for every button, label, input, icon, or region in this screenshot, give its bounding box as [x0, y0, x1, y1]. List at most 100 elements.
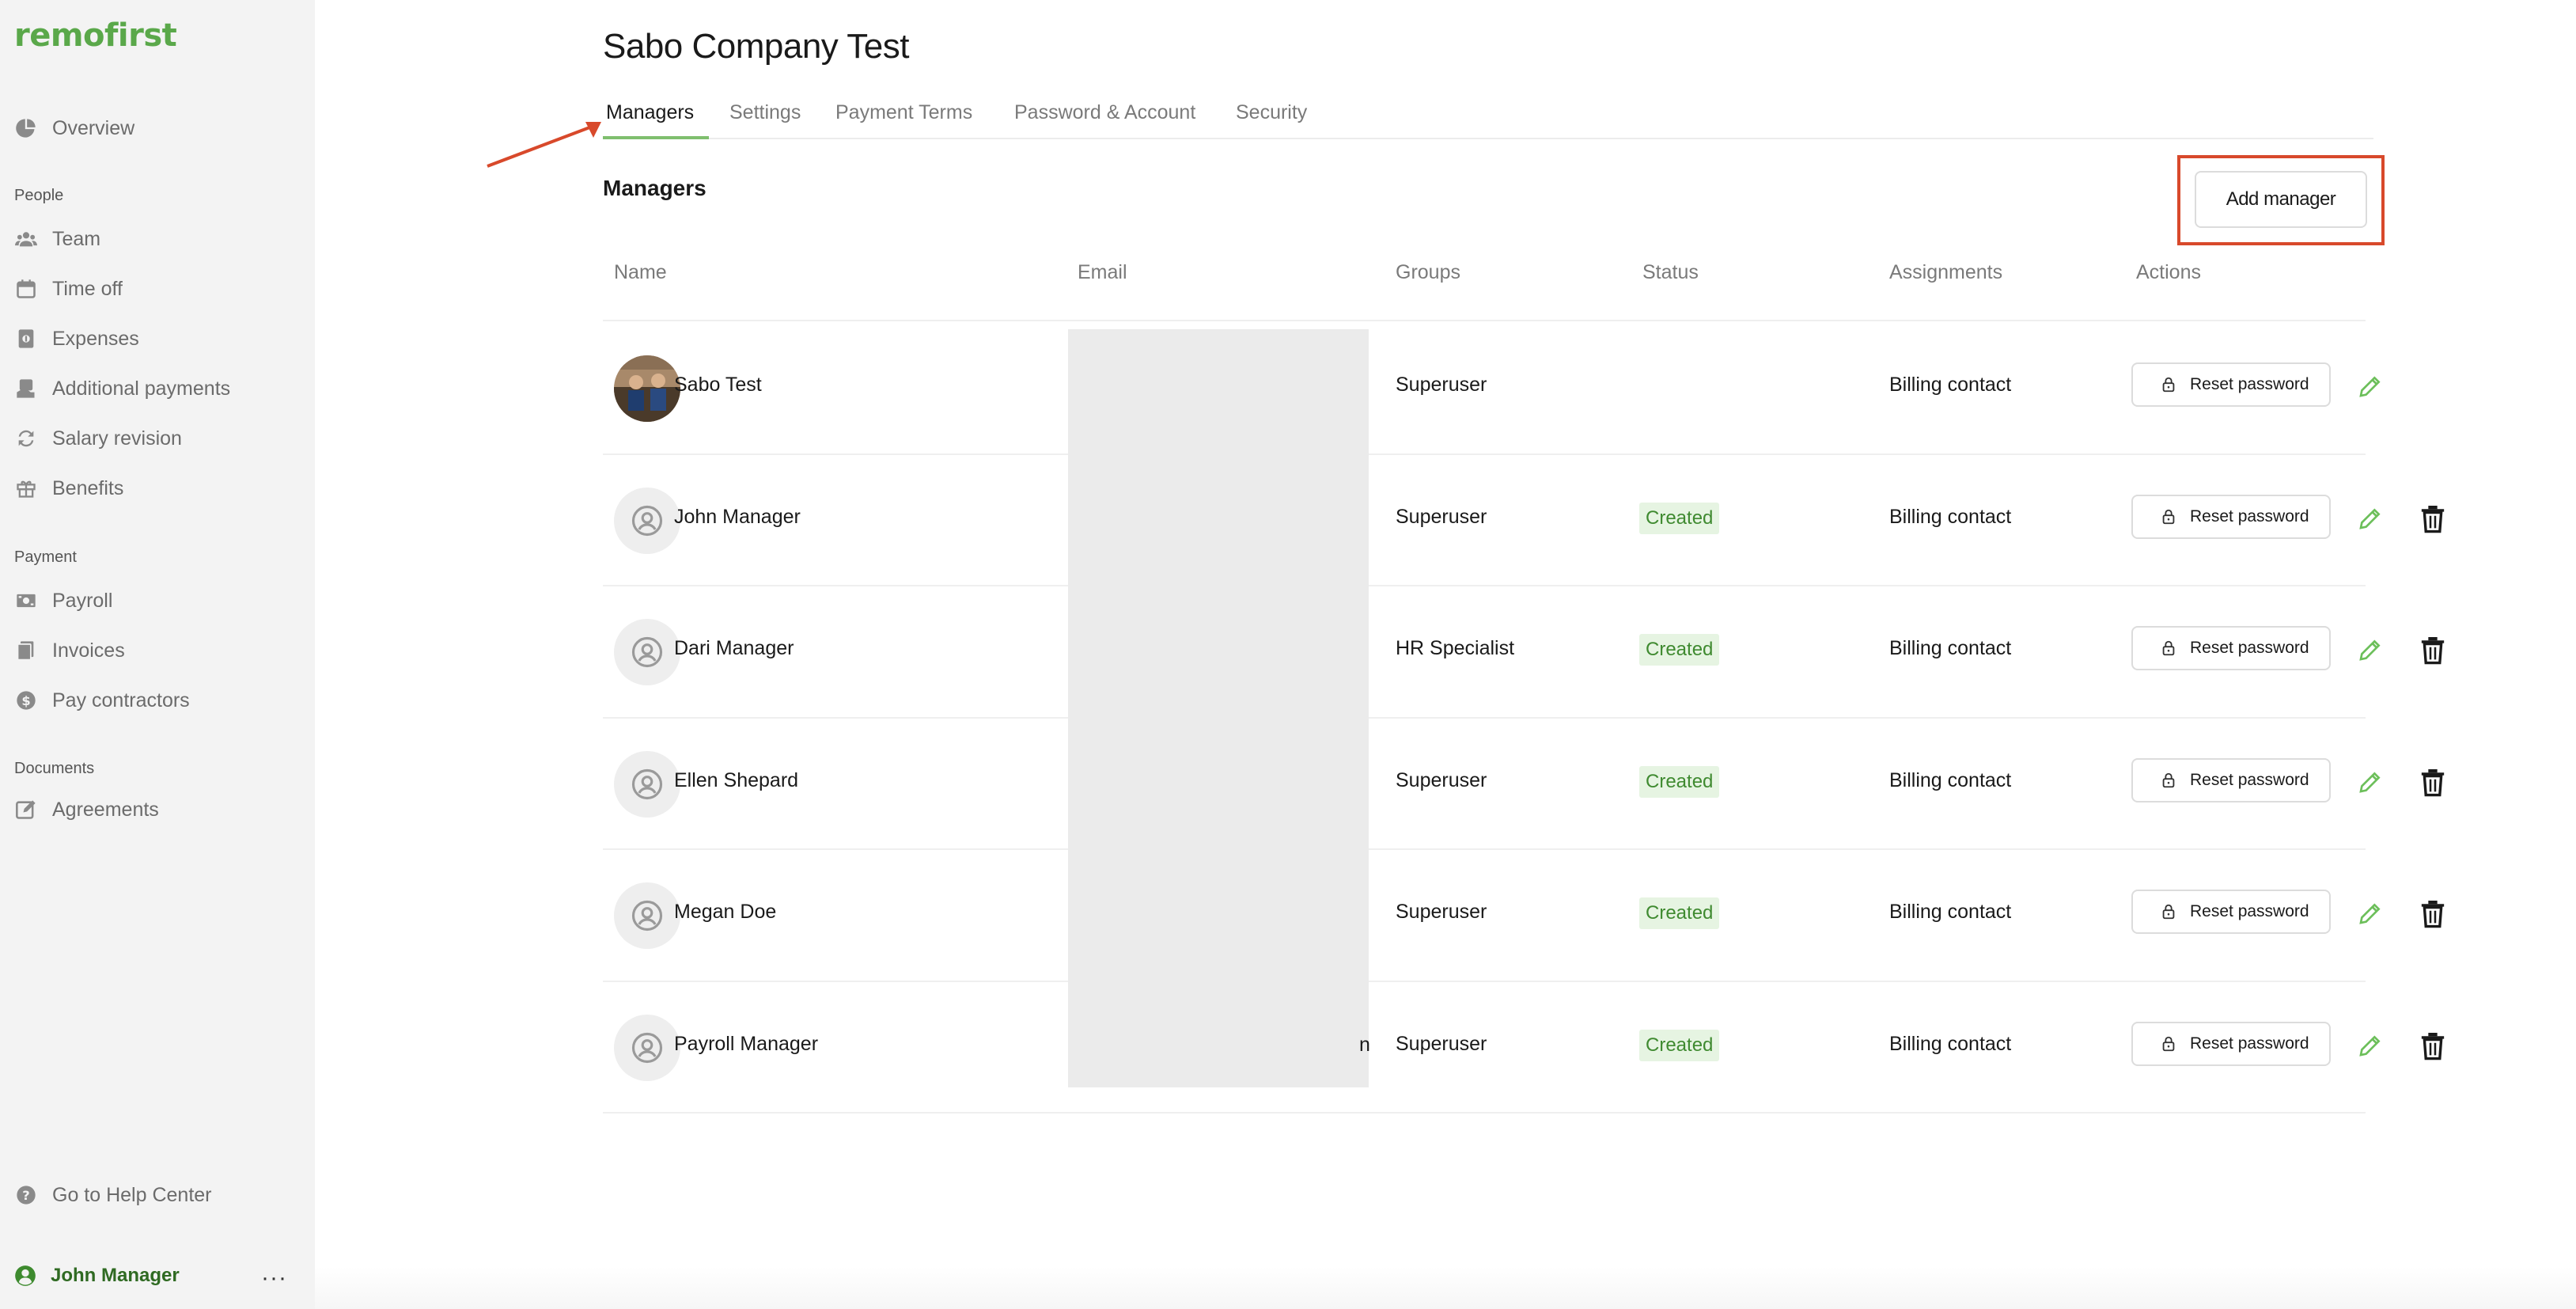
edit-pencil-icon[interactable] — [2358, 901, 2383, 926]
manager-assignment: Billing contact — [1889, 901, 2012, 923]
sidebar-item-time-off[interactable]: Time off — [14, 273, 123, 305]
sidebar-item-label: Payroll — [52, 589, 113, 612]
avatar — [614, 882, 680, 949]
manager-name: Dari Manager — [674, 637, 794, 659]
bottom-fade — [315, 1266, 2576, 1309]
delete-trash-icon[interactable] — [2419, 636, 2446, 666]
sidebar-item-label: Pay contractors — [52, 689, 190, 711]
column-header-name: Name — [614, 261, 667, 283]
table-row: Megan Doe Superuser Created Billing contact… — [603, 848, 2445, 980]
tabs-bar: Managers Settings Payment Terms Password… — [603, 98, 2373, 139]
brand-logo[interactable]: remofirst — [14, 17, 177, 54]
sidebar-item-label: Benefits — [52, 476, 124, 499]
sidebar-item-additional-payments[interactable]: Additional payments — [14, 373, 230, 404]
status-badge: Created — [1639, 634, 1720, 666]
add-manager-button[interactable]: Add manager — [2195, 171, 2367, 228]
tab-password-account[interactable]: Password & Account — [1014, 101, 1195, 124]
sidebar-item-invoices[interactable]: Invoices — [14, 635, 125, 666]
page-title: Sabo Company Test — [603, 27, 909, 66]
reset-password-label: Reset password — [2190, 507, 2309, 525]
email-redaction — [1068, 329, 1369, 1087]
reset-password-button[interactable]: Reset password — [2131, 1021, 2331, 1066]
table-row: Payroll Manager Superuser Created Billing c… — [603, 981, 2445, 1112]
sidebar-item-expenses[interactable]: Expenses — [14, 323, 139, 355]
reset-password-button[interactable]: Reset password — [2131, 494, 2331, 539]
user-menu-more-icon[interactable]: ··· — [261, 1265, 287, 1292]
manager-group: Superuser — [1396, 1032, 1487, 1055]
manager-group: Superuser — [1396, 505, 1487, 528]
column-header-email: Email — [1078, 261, 1127, 283]
edit-pencil-icon[interactable] — [2358, 506, 2383, 531]
column-header-status: Status — [1642, 261, 1699, 283]
sidebar-item-team[interactable]: Team — [14, 223, 100, 255]
manager-assignment: Billing contact — [1889, 505, 2012, 528]
reset-password-label: Reset password — [2190, 902, 2309, 920]
reset-password-label: Reset password — [2190, 770, 2309, 789]
avatar — [614, 355, 680, 422]
delete-trash-icon[interactable] — [2419, 768, 2446, 798]
edit-pencil-icon[interactable] — [2358, 769, 2383, 795]
reset-password-button[interactable]: Reset password — [2131, 890, 2331, 934]
sidebar: remofirst Overview People Team Time off … — [0, 0, 315, 1309]
sidebar-item-payroll[interactable]: Payroll — [14, 585, 112, 617]
tab-settings[interactable]: Settings — [729, 101, 801, 124]
annotation-arrow — [487, 122, 601, 168]
section-label-documents: Documents — [14, 760, 95, 777]
lock-icon — [2162, 904, 2175, 920]
reset-password-label: Reset password — [2190, 639, 2309, 657]
user-profile[interactable]: John Manager — [14, 1265, 180, 1287]
reset-password-button[interactable]: Reset password — [2131, 757, 2331, 802]
edit-pencil-icon[interactable] — [2358, 1033, 2383, 1058]
delete-trash-icon[interactable] — [2419, 1031, 2446, 1061]
delete-trash-icon[interactable] — [2419, 504, 2446, 534]
dollar-icon: $ — [14, 689, 38, 712]
team-icon — [14, 227, 38, 251]
receipt-icon — [14, 327, 38, 351]
lock-icon — [2162, 1036, 2175, 1051]
lock-icon — [2162, 772, 2175, 787]
column-header-groups: Groups — [1396, 261, 1460, 283]
sidebar-item-agreements[interactable]: Agreements — [14, 794, 159, 825]
manager-group: Superuser — [1396, 374, 1487, 396]
sidebar-item-benefits[interactable]: Benefits — [14, 472, 123, 504]
payment-icon — [14, 377, 38, 400]
sidebar-item-label: Team — [52, 227, 101, 250]
sidebar-item-label: Invoices — [52, 639, 125, 662]
tab-managers[interactable]: Managers — [606, 101, 694, 124]
manager-assignment: Billing contact — [1889, 637, 2012, 659]
status-badge: Created — [1639, 897, 1720, 929]
manager-assignment: Billing contact — [1889, 1032, 2012, 1055]
manager-name: Ellen Shepard — [674, 768, 799, 791]
section-title: Managers — [603, 176, 707, 200]
invoice-icon — [14, 639, 38, 662]
tab-payment-terms[interactable]: Payment Terms — [835, 101, 972, 124]
row-divider — [603, 1112, 2366, 1114]
manager-assignment: Billing contact — [1889, 768, 2012, 791]
delete-trash-icon[interactable] — [2419, 899, 2446, 929]
column-header-actions: Actions — [2136, 261, 2201, 283]
edit-pencil-icon[interactable] — [2358, 374, 2383, 399]
tab-security[interactable]: Security — [1236, 101, 1307, 124]
help-icon: ? — [14, 1183, 38, 1207]
avatar — [614, 619, 680, 685]
lock-icon — [2162, 377, 2175, 393]
svg-text:$: $ — [21, 693, 30, 708]
manager-name: Payroll Manager — [674, 1032, 819, 1055]
reset-password-label: Reset password — [2190, 375, 2309, 393]
column-header-assignments: Assignments — [1889, 261, 2003, 283]
sidebar-item-salary-revision[interactable]: Salary revision — [14, 423, 182, 454]
sidebar-item-label: Overview — [52, 116, 135, 139]
sidebar-item-pay-contractors[interactable]: $ Pay contractors — [14, 685, 190, 716]
pie-chart-icon — [14, 116, 38, 140]
refresh-icon — [14, 427, 38, 450]
help-center-link[interactable]: ? Go to Help Center — [14, 1179, 212, 1211]
active-tab-indicator — [603, 136, 709, 139]
edit-pencil-icon[interactable] — [2358, 637, 2383, 662]
reset-password-button[interactable]: Reset password — [2131, 626, 2331, 670]
sidebar-item-overview[interactable]: Overview — [14, 112, 134, 144]
reset-password-button[interactable]: Reset password — [2131, 362, 2331, 407]
avatar — [614, 487, 680, 554]
avatar — [614, 750, 680, 818]
manager-group: HR Specialist — [1396, 637, 1515, 659]
sidebar-item-label: Agreements — [52, 798, 159, 821]
